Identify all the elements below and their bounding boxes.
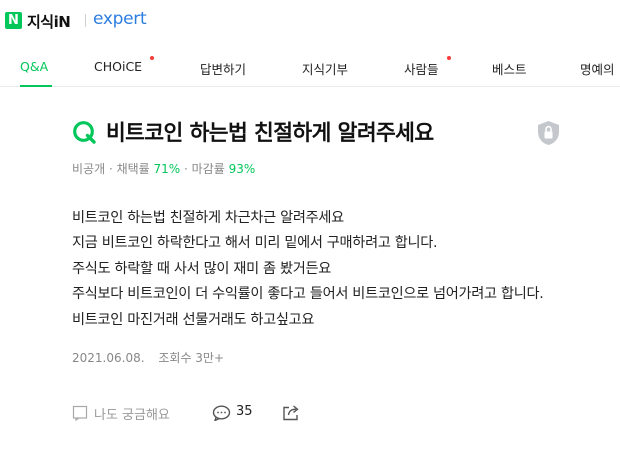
body-line: 지금 비트코인 하락한다고 해서 미리 밑에서 구매하려고 합니다. [72,235,438,252]
deadline-rate-label: 마감률 [191,162,225,176]
nav-item-label: 사람들 [404,62,439,77]
nav-item-label: 지식기부 [302,62,349,77]
visibility-label: 비공개 [72,162,106,176]
deadline-rate-value: 93% [228,162,256,176]
nav-item-donate[interactable]: 지식기부 [302,59,348,78]
nav-item-label: CHOiCE [94,59,143,74]
memo-icon [72,405,88,421]
logo-divider [85,14,86,27]
curious-label: 나도 궁금해요 [94,408,170,423]
view-count: 조회수 3만+ [158,351,225,365]
question-meta: 비공개 · 채택률 71% · 마감률 93% [72,162,256,176]
lock-shield-icon[interactable] [536,120,561,146]
nav-item-label: 명예의 [580,62,615,77]
question-body: 비트코인 하는법 친절하게 차근차근 알려주세요 지금 비트코인 하락한다고 해… [72,206,544,333]
nav-item-hall-of-fame[interactable]: 명예의 [580,59,615,78]
nav-item-best[interactable]: 베스트 [492,59,527,78]
new-dot [447,56,451,60]
question-title: 비트코인 하는법 친절하게 알려주세요 [106,121,434,146]
q-icon [73,121,96,144]
adopt-rate-label: 채택률 [116,162,150,176]
post-date: 2021.06.08. [72,351,145,365]
body-line: 주식보다 비트코인이 더 수익률이 좋다고 들어서 비트코인으로 넘어가려고 합… [72,286,544,303]
naver-logo-badge[interactable]: N [5,12,22,29]
speech-bubble-icon [212,405,231,421]
question-info: 2021.06.08. 조회수 3만+ [72,349,234,366]
adopt-rate-value: 71% [153,162,181,176]
share-icon [283,405,299,421]
main-nav: Q&A CHOiCE 답변하기 지식기부 사람들 베스트 명예의 [0,55,620,87]
nav-item-people[interactable]: 사람들 [404,56,451,78]
nav-active-indicator [20,85,52,87]
body-line: 주식도 하락할 때 사서 많이 재미 좀 봤거든요 [72,260,332,277]
top-bar: N 지식iN expert [0,0,620,40]
expert-logo[interactable]: expert [93,9,147,29]
jisikin-logo[interactable]: 지식iN [27,11,71,32]
nav-item-label: 답변하기 [200,62,247,77]
comment-count: 35 [236,404,253,419]
nav-item-choice[interactable]: CHOiCE [94,56,154,74]
body-line: 비트코인 마진거래 선물거래도 하고싶고요 [72,311,315,328]
body-line: 비트코인 하는법 친절하게 차근차근 알려주세요 [72,210,344,226]
nav-item-qna[interactable]: Q&A [20,59,48,74]
nav-item-label: Q&A [20,59,49,74]
nav-item-answer[interactable]: 답변하기 [200,59,246,78]
new-dot [150,56,154,60]
nav-item-label: 베스트 [492,62,527,77]
